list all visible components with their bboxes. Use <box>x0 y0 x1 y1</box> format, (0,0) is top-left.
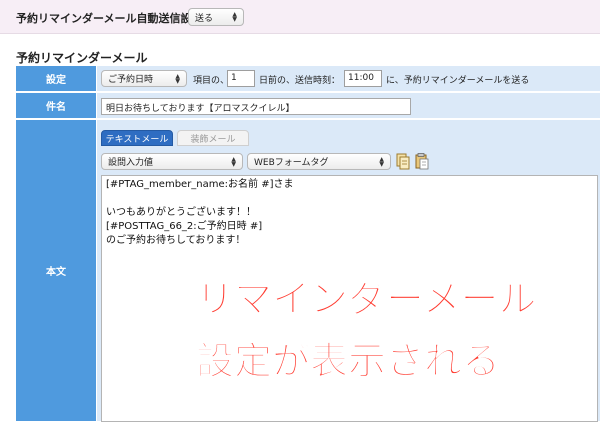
subject-label: 件名 <box>16 93 96 119</box>
auto-send-bar: 予約リマインダーメール自動送信設定： 送る ▲ ▼ <box>0 0 600 34</box>
days-before-input[interactable]: 1 <box>227 70 255 87</box>
body-line: [#POSTTAG_66_2:ご予約日時 #] <box>106 221 263 232</box>
base-date-select[interactable]: ご予約日時 ▲ ▼ <box>101 70 187 87</box>
select-arrows-icon: ▲ ▼ <box>232 11 237 23</box>
copy-icon[interactable] <box>396 153 410 170</box>
settings-text-item: 項目の、 <box>193 76 230 86</box>
insert-field-select-value: 設問入力値 <box>108 158 154 168</box>
select-arrows-icon: ▲ ▼ <box>231 155 236 168</box>
annotation-line-2: 設定が表示される <box>195 339 501 384</box>
tab-text-mail[interactable]: テキストメール <box>101 130 173 146</box>
subject-value-cell: 明日お待ちしております【アロマスクイレル】 <box>97 93 600 119</box>
body-label: 本文 <box>16 120 96 422</box>
body-line: いつもありがとうございます！！ <box>106 207 256 218</box>
settings-text-days: 日前の、送信時刻： <box>259 76 341 86</box>
settings-label: 設定 <box>16 66 96 92</box>
send-time-input[interactable]: 11:00 <box>344 70 382 87</box>
settings-row: 設定 ご予約日時 ▲ ▼ 項目の、 1 日前の、送信時刻： 11:00 に、予約リ… <box>16 66 600 92</box>
select-arrows-icon: ▲ ▼ <box>379 155 384 168</box>
body-line <box>106 192 593 206</box>
tab-html-mail[interactable]: 装飾メール <box>177 130 249 146</box>
web-form-tag-select-value: WEBフォームタグ <box>254 158 329 168</box>
subject-row: 件名 明日お待ちしております【アロマスクイレル】 <box>16 93 600 119</box>
base-date-select-value: ご予約日時 <box>108 75 154 85</box>
auto-send-select-value: 送る <box>195 13 214 24</box>
section-title: 予約リマインダーメール <box>16 51 148 65</box>
select-arrows-icon: ▲ ▼ <box>175 72 180 85</box>
body-line: のご予約お待ちしております！ <box>106 235 246 246</box>
settings-text-after: に、予約リマインダーメールを送る <box>386 76 530 86</box>
subject-input[interactable]: 明日お待ちしております【アロマスクイレル】 <box>101 98 411 115</box>
auto-send-select[interactable]: 送る ▲ ▼ <box>188 8 244 26</box>
auto-send-label: 予約リマインダーメール自動送信設定： <box>16 12 214 25</box>
settings-value-cell: ご予約日時 ▲ ▼ 項目の、 1 日前の、送信時刻： 11:00 に、予約リマイン… <box>97 66 600 92</box>
web-form-tag-select[interactable]: WEBフォームタグ ▲ ▼ <box>247 153 391 170</box>
body-line: [#PTAG_member_name:お名前 #]さま <box>106 179 294 190</box>
insert-field-select[interactable]: 設問入力値 ▲ ▼ <box>101 153 243 170</box>
annotation-line-1: リマインダーメール <box>195 277 537 322</box>
paste-icon[interactable] <box>415 153 429 170</box>
